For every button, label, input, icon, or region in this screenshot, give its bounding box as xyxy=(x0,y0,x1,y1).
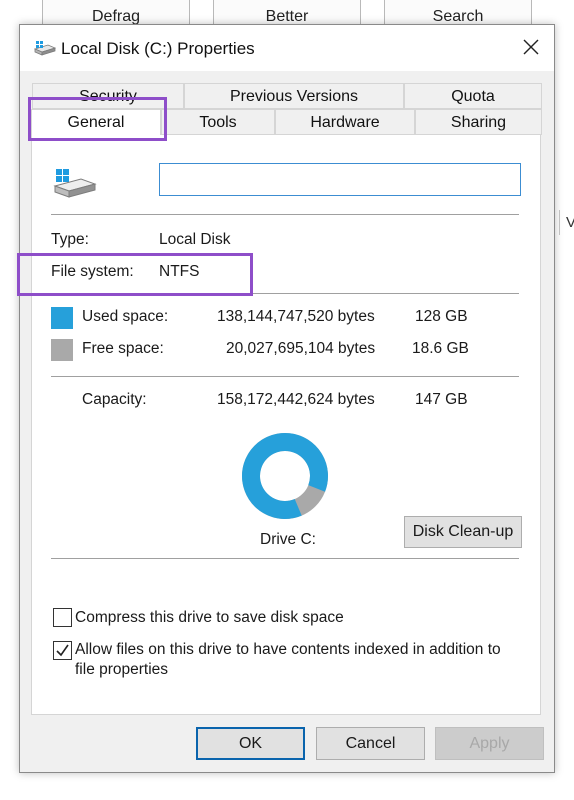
free-space-swatch xyxy=(51,339,73,361)
tab-general[interactable]: General xyxy=(31,109,161,135)
background-defrag-button[interactable]: Defrag xyxy=(42,0,190,25)
drive-icon xyxy=(33,40,57,61)
apply-button[interactable]: Apply xyxy=(435,727,544,760)
free-space-label: Free space: xyxy=(82,340,164,357)
capacity-bytes: 158,172,442,624 bytes xyxy=(217,391,375,408)
cancel-button[interactable]: Cancel xyxy=(316,727,425,760)
tab-previous-versions[interactable]: Previous Versions xyxy=(184,83,404,109)
drive-name-input[interactable] xyxy=(159,163,521,196)
tab-hardware[interactable]: Hardware xyxy=(275,109,415,135)
disk-cleanup-button[interactable]: Disk Clean-up xyxy=(404,516,522,548)
dialog-title: Local Disk (C:) Properties xyxy=(61,39,255,58)
tab-quota[interactable]: Quota xyxy=(404,83,542,109)
used-space-label: Used space: xyxy=(82,308,169,325)
properties-dialog: Local Disk (C:) Properties Security Prev… xyxy=(17,24,555,773)
drive-caption: Drive C: xyxy=(260,531,316,548)
title-bar[interactable]: Local Disk (C:) Properties xyxy=(20,25,554,71)
separator xyxy=(51,293,519,294)
free-space-size: 18.6 GB xyxy=(412,340,469,357)
tab-tools[interactable]: Tools xyxy=(161,109,275,135)
disk-usage-donut xyxy=(242,433,328,519)
separator xyxy=(51,558,519,559)
capacity-size: 147 GB xyxy=(415,391,468,408)
index-label-line1: Allow files on this drive to have conten… xyxy=(75,641,501,658)
type-label: Type: xyxy=(51,231,89,248)
used-space-bytes: 138,144,747,520 bytes xyxy=(217,308,375,325)
file-system-value: NTFS xyxy=(159,263,200,280)
used-space-size: 128 GB xyxy=(415,308,468,325)
background-better-button[interactable]: Better xyxy=(213,0,361,25)
used-space-swatch xyxy=(51,307,73,329)
compress-checkbox[interactable] xyxy=(53,608,72,627)
separator xyxy=(51,376,519,377)
close-icon xyxy=(523,39,539,55)
type-value: Local Disk xyxy=(159,231,231,248)
checkmark-icon xyxy=(56,644,69,657)
compress-label: Compress this drive to save disk space xyxy=(75,609,344,626)
close-button[interactable] xyxy=(508,25,554,69)
separator xyxy=(51,214,519,215)
background-search-button[interactable]: Search xyxy=(384,0,532,25)
tab-security[interactable]: Security xyxy=(32,83,184,109)
background-side-text: V xyxy=(566,214,574,231)
general-tab-panel xyxy=(31,134,541,715)
ok-button[interactable]: OK xyxy=(196,727,305,760)
drive-large-icon xyxy=(53,167,97,204)
free-space-bytes: 20,027,695,104 bytes xyxy=(226,340,376,357)
index-checkbox[interactable] xyxy=(53,641,72,660)
capacity-label: Capacity: xyxy=(82,391,147,408)
index-label-line2: file properties xyxy=(75,661,169,678)
file-system-label: File system: xyxy=(51,263,134,280)
background-window-edge: V xyxy=(559,210,574,235)
tab-sharing[interactable]: Sharing xyxy=(415,109,542,135)
